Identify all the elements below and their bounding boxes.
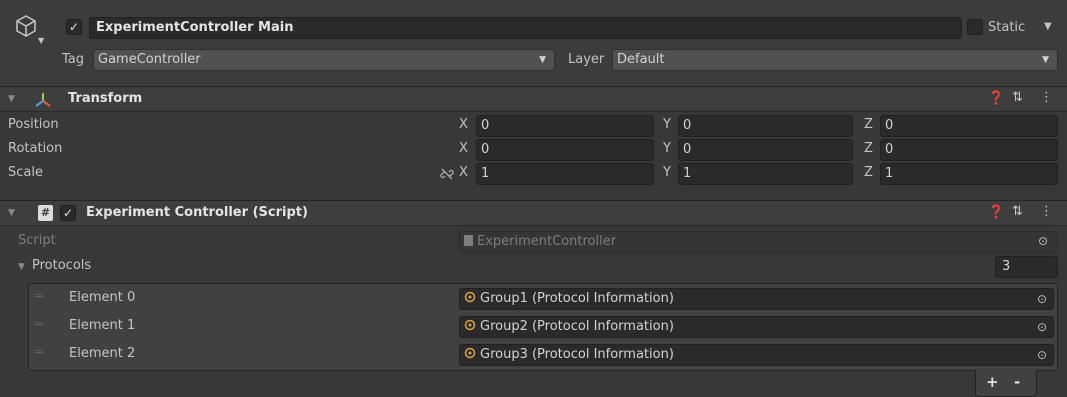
script-value: ExperimentController: [477, 234, 617, 249]
script-component-header[interactable]: ▼ # ✓ Experiment Controller (Script) ❓ ⇅…: [0, 200, 1067, 226]
position-y-field[interactable]: 0: [678, 115, 853, 137]
element-1-object-picker-icon[interactable]: ⊙: [1037, 317, 1047, 337]
layer-dropdown[interactable]: Default ▼: [612, 49, 1058, 71]
position-label: Position: [8, 117, 59, 132]
static-dropdown-arrow-icon[interactable]: ▼: [1044, 21, 1052, 32]
script-label: Script: [18, 233, 56, 248]
add-element-button[interactable]: +: [986, 373, 999, 391]
script-presets-icon[interactable]: ⇅: [1012, 204, 1023, 219]
drag-handle-icon[interactable]: ═: [35, 345, 43, 360]
element-0-value: Group1 (Protocol Information): [480, 291, 674, 306]
element-0-label: Element 0: [69, 290, 136, 305]
rotation-label: Rotation: [8, 141, 63, 156]
protocols-count-field[interactable]: 3: [995, 256, 1058, 278]
scriptable-object-icon: [464, 291, 476, 303]
kebab-menu-icon[interactable]: ⋮: [1040, 90, 1053, 105]
script-help-icon[interactable]: ❓: [988, 205, 1004, 220]
protocols-label: Protocols: [32, 258, 92, 273]
script-enabled-toggle[interactable]: ✓: [60, 205, 76, 221]
csharp-script-icon: #: [38, 205, 53, 221]
gameobject-header: ▼ ✓ ExperimentController Main Static ▼ T…: [0, 0, 1067, 86]
transform-axes-icon: [35, 93, 51, 107]
list-footer: + -: [975, 370, 1037, 397]
position-z-axis[interactable]: Z: [864, 117, 873, 132]
list-item: ═ Element 1 Group2 (Protocol Information…: [29, 314, 1057, 340]
element-2-value: Group3 (Protocol Information): [480, 347, 674, 362]
icon-dropdown-arrow-icon[interactable]: ▼: [38, 36, 44, 45]
scale-row: Scale X 1 Y 1 Z 1: [0, 162, 1067, 186]
presets-icon[interactable]: ⇅: [1012, 90, 1023, 105]
rotation-row: Rotation X 0 Y 0 Z 0: [0, 138, 1067, 162]
rotation-y-axis[interactable]: Y: [663, 141, 671, 156]
script-object-picker-icon: ⊙: [1038, 234, 1049, 248]
scriptable-object-icon: [464, 319, 476, 331]
script-row: Script ExperimentController ⊙: [0, 230, 1067, 254]
remove-element-button[interactable]: -: [1014, 373, 1020, 391]
tag-dropdown-arrow-icon: ▼: [539, 55, 546, 65]
gameobject-name-field[interactable]: ExperimentController Main: [89, 17, 962, 39]
script-field: ExperimentController: [459, 231, 1058, 253]
protocols-row[interactable]: ▼ Protocols 3: [0, 255, 1067, 279]
help-icon[interactable]: ❓: [988, 91, 1004, 106]
cube-icon[interactable]: [14, 14, 38, 38]
script-component-title: Experiment Controller (Script): [86, 205, 308, 220]
script-kebab-menu-icon[interactable]: ⋮: [1040, 204, 1053, 219]
scale-z-field[interactable]: 1: [880, 163, 1058, 185]
list-item: ═ Element 0 Group1 (Protocol Information…: [29, 286, 1057, 312]
element-0-field[interactable]: Group1 (Protocol Information) ⊙: [459, 288, 1054, 310]
element-1-field[interactable]: Group2 (Protocol Information) ⊙: [459, 316, 1054, 338]
position-x-axis[interactable]: X: [459, 117, 468, 132]
active-toggle[interactable]: ✓: [66, 19, 82, 35]
rotation-x-axis[interactable]: X: [459, 141, 468, 156]
scale-y-axis[interactable]: Y: [663, 165, 671, 180]
tag-value: GameController: [98, 52, 201, 67]
element-1-label: Element 1: [69, 318, 136, 333]
scale-y-field[interactable]: 1: [678, 163, 853, 185]
transform-header[interactable]: ▼ Transform ❓ ⇅ ⋮: [0, 86, 1067, 112]
tag-dropdown[interactable]: GameController ▼: [93, 49, 555, 71]
drag-handle-icon[interactable]: ═: [35, 317, 43, 332]
element-2-field[interactable]: Group3 (Protocol Information) ⊙: [459, 344, 1054, 366]
position-z-field[interactable]: 0: [880, 115, 1058, 137]
transform-foldout-icon[interactable]: ▼: [8, 94, 15, 104]
static-label: Static: [988, 20, 1026, 35]
transform-title: Transform: [68, 91, 143, 106]
scale-label: Scale: [8, 165, 43, 180]
position-x-field[interactable]: 0: [476, 115, 654, 137]
scriptable-object-icon: [464, 347, 476, 359]
scale-z-axis[interactable]: Z: [864, 165, 873, 180]
constrain-proportions-icon[interactable]: [440, 167, 454, 181]
scale-x-axis[interactable]: X: [459, 165, 468, 180]
layer-dropdown-arrow-icon: ▼: [1042, 55, 1049, 65]
rotation-x-field[interactable]: 0: [476, 139, 654, 161]
script-foldout-icon[interactable]: ▼: [8, 208, 15, 218]
position-y-axis[interactable]: Y: [663, 117, 671, 132]
element-1-value: Group2 (Protocol Information): [480, 319, 674, 334]
drag-handle-icon[interactable]: ═: [35, 289, 43, 304]
static-toggle[interactable]: [967, 19, 983, 35]
position-row: Position X 0 Y 0 Z 0: [0, 114, 1067, 138]
element-2-object-picker-icon[interactable]: ⊙: [1037, 345, 1047, 365]
rotation-z-axis[interactable]: Z: [864, 141, 873, 156]
script-file-icon: [464, 235, 473, 246]
element-2-label: Element 2: [69, 346, 136, 361]
protocols-foldout-icon[interactable]: ▼: [18, 262, 25, 272]
scale-x-field[interactable]: 1: [476, 163, 654, 185]
layer-value: Default: [617, 52, 665, 67]
tag-label: Tag: [62, 52, 85, 67]
protocols-list: ═ Element 0 Group1 (Protocol Information…: [28, 283, 1058, 371]
list-item: ═ Element 2 Group3 (Protocol Information…: [29, 342, 1057, 368]
layer-label: Layer: [568, 52, 605, 67]
rotation-z-field[interactable]: 0: [880, 139, 1058, 161]
element-0-object-picker-icon[interactable]: ⊙: [1037, 289, 1047, 309]
rotation-y-field[interactable]: 0: [678, 139, 853, 161]
